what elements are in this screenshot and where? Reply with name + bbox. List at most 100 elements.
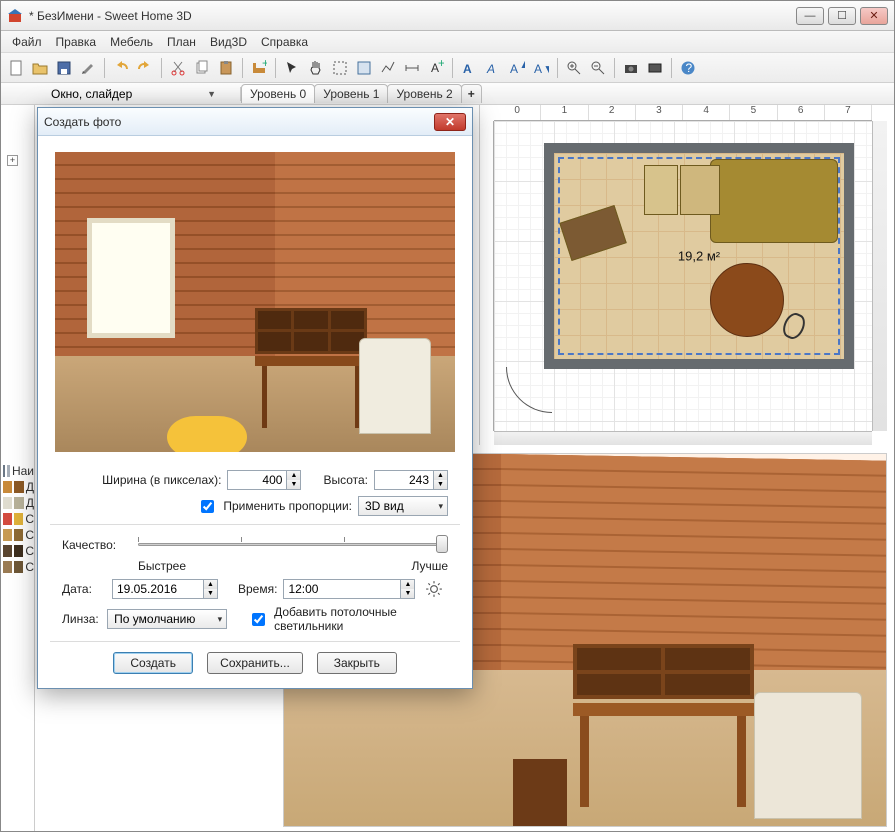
create-walls-icon[interactable] (329, 57, 351, 79)
aspect-ratio-combo[interactable]: 3D вид (358, 496, 448, 516)
date-label: Дата: (62, 582, 106, 596)
list-item[interactable]: С (1, 511, 34, 527)
tab-add-level[interactable]: + (461, 84, 482, 103)
close-button[interactable]: Закрыть (317, 652, 397, 674)
save-button[interactable]: Сохранить... (207, 652, 303, 674)
list-item[interactable]: С (1, 543, 34, 559)
lens-combo[interactable]: По умолчанию (107, 609, 227, 629)
new-icon[interactable] (5, 57, 27, 79)
text-italic-icon[interactable]: A (482, 57, 504, 79)
maximize-button[interactable]: ☐ (828, 7, 856, 25)
ruler-tick: 4 (683, 105, 730, 120)
room-outline[interactable]: 19,2 м² (544, 143, 854, 369)
plan-view[interactable]: 01234567 19,2 м² (479, 105, 887, 445)
dialog-title: Создать фото (44, 115, 434, 129)
tab-level-1[interactable]: Уровень 1 (314, 84, 388, 103)
ceiling-lights-checkbox[interactable] (252, 613, 265, 626)
aspect-ratio-checkbox[interactable] (201, 500, 214, 513)
create-dimension-icon[interactable] (401, 57, 423, 79)
create-polyline-icon[interactable] (377, 57, 399, 79)
height-input[interactable] (374, 470, 434, 490)
zoom-in-icon[interactable] (563, 57, 585, 79)
time-input[interactable] (283, 579, 401, 599)
menu-furniture[interactable]: Мебель (103, 33, 160, 51)
list-item[interactable]: Наи (1, 463, 34, 479)
list-item[interactable]: Д (1, 495, 34, 511)
plan-horizontal-scrollbar[interactable] (494, 431, 872, 445)
add-furniture-icon[interactable]: + (248, 57, 270, 79)
tab-level-2[interactable]: Уровень 2 (387, 84, 461, 103)
date-spinner[interactable]: ▲▼ (112, 579, 218, 599)
tab-level-0[interactable]: Уровень 0 (241, 84, 315, 103)
ruler-tick: 7 (825, 105, 872, 120)
ruler-tick: 1 (541, 105, 588, 120)
plan-vertical-scrollbar[interactable] (872, 121, 887, 431)
time-spinner[interactable]: ▲▼ (283, 579, 415, 599)
redo-icon[interactable] (134, 57, 156, 79)
aspect-ratio-label: Применить пропорции: (223, 499, 352, 513)
plan-grid[interactable]: 19,2 м² (494, 121, 872, 431)
create-room-icon[interactable] (353, 57, 375, 79)
titlebar: * БезИмени - Sweet Home 3D — ☐ ✕ (1, 1, 894, 31)
camera-icon[interactable] (620, 57, 642, 79)
spinner-arrows-icon[interactable]: ▲▼ (287, 470, 301, 490)
video-icon[interactable] (644, 57, 666, 79)
pan-tool-icon[interactable] (305, 57, 327, 79)
dialog-close-button[interactable]: ✕ (434, 113, 466, 131)
copy-icon[interactable] (191, 57, 213, 79)
ruler-tick: 3 (636, 105, 683, 120)
text-bold-icon[interactable]: A (458, 57, 480, 79)
catalog-current[interactable]: Окно, слайдер ▼ (1, 87, 241, 101)
menu-help[interactable]: Справка (254, 33, 315, 51)
tree-expand-icon[interactable]: + (7, 155, 18, 166)
text-decrease-icon[interactable]: A▼ (530, 57, 552, 79)
quality-slider[interactable] (138, 533, 448, 557)
select-tool-icon[interactable] (281, 57, 303, 79)
height-spinner[interactable]: ▲▼ (374, 470, 448, 490)
width-input[interactable] (227, 470, 287, 490)
save-icon[interactable] (53, 57, 75, 79)
create-text-icon[interactable]: A+ (425, 57, 447, 79)
ruler-vertical (480, 121, 494, 431)
view3d-armchair (754, 692, 862, 818)
slider-thumb[interactable] (436, 535, 448, 553)
spinner-arrows-icon[interactable]: ▲▼ (204, 579, 218, 599)
list-item[interactable]: С (1, 559, 34, 575)
furniture-desk[interactable] (559, 205, 627, 261)
menu-file[interactable]: Файл (5, 33, 49, 51)
level-tabs: Уровень 0 Уровень 1 Уровень 2 + (241, 84, 481, 103)
zoom-out-icon[interactable] (587, 57, 609, 79)
menu-view3d[interactable]: Вид3D (203, 33, 254, 51)
svg-text:A: A (486, 62, 495, 76)
spinner-arrows-icon[interactable]: ▲▼ (434, 470, 448, 490)
furniture-round-table[interactable] (710, 263, 784, 337)
ruler-tick: 0 (494, 105, 541, 120)
width-spinner[interactable]: ▲▼ (227, 470, 301, 490)
ruler-horizontal: 01234567 (494, 105, 872, 121)
furniture-cabinet-1[interactable] (644, 165, 678, 215)
help-icon[interactable]: ? (677, 57, 699, 79)
open-icon[interactable] (29, 57, 51, 79)
furniture-sofa[interactable] (710, 159, 838, 243)
paste-icon[interactable] (215, 57, 237, 79)
minimize-button[interactable]: — (796, 7, 824, 25)
menu-plan[interactable]: План (160, 33, 203, 51)
list-item[interactable]: Д (1, 479, 34, 495)
cut-icon[interactable] (167, 57, 189, 79)
camera-marker-icon[interactable] (779, 310, 808, 342)
preferences-icon[interactable] (77, 57, 99, 79)
door-swing[interactable] (506, 367, 552, 413)
secondary-strip: Окно, слайдер ▼ Уровень 0 Уровень 1 Уров… (1, 83, 894, 105)
create-button[interactable]: Создать (113, 652, 193, 674)
date-input[interactable] (112, 579, 204, 599)
spinner-arrows-icon[interactable]: ▲▼ (401, 579, 415, 599)
time-label: Время: (238, 582, 277, 596)
undo-icon[interactable] (110, 57, 132, 79)
menu-edit[interactable]: Правка (49, 33, 104, 51)
sun-icon[interactable] (425, 580, 443, 598)
text-increase-icon[interactable]: A▲ (506, 57, 528, 79)
quality-best-label: Лучше (411, 559, 448, 573)
furniture-cabinet-2[interactable] (680, 165, 720, 215)
list-item[interactable]: С (1, 527, 34, 543)
close-window-button[interactable]: ✕ (860, 7, 888, 25)
